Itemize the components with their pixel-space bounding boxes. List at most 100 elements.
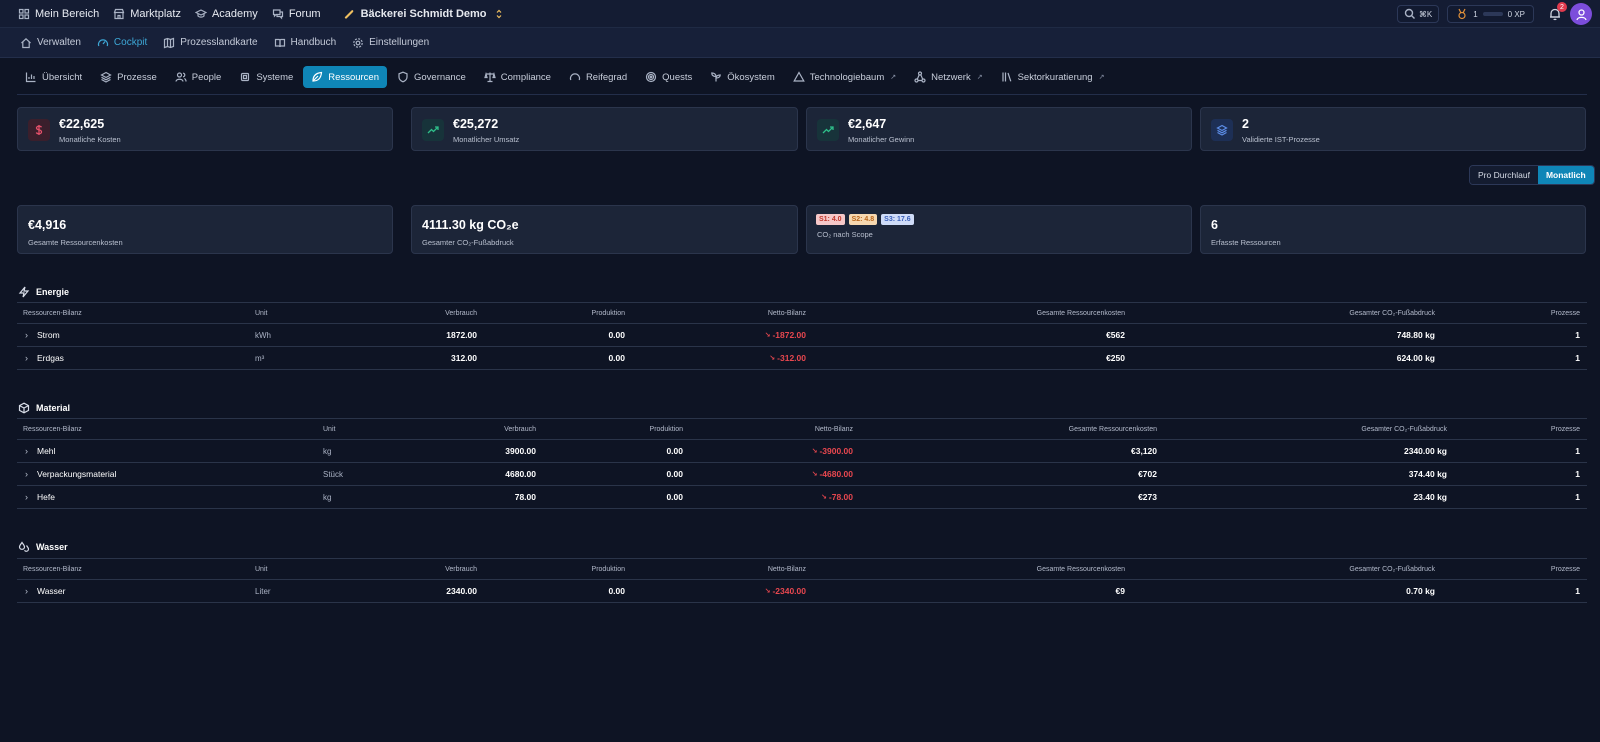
chevron-right-icon[interactable]: ›	[25, 492, 37, 502]
tab-reifegrad[interactable]: Reifegrad	[561, 66, 635, 88]
row-produktion: 0.00	[608, 330, 625, 340]
tab-oekosystem[interactable]: Ökosystem	[702, 66, 783, 88]
avatar[interactable]	[1570, 3, 1592, 25]
topnav-mein-bereich[interactable]: Mein Bereich	[18, 8, 99, 20]
tab-ressourcen[interactable]: Ressourcen	[303, 66, 387, 88]
dollar-icon	[28, 119, 50, 141]
section-title: Material	[36, 403, 71, 413]
tab-governance[interactable]: Governance	[389, 66, 474, 88]
card-label: Monatliche Kosten	[59, 135, 121, 144]
subnav-cockpit[interactable]: Cockpit	[97, 37, 147, 49]
subnav-label: Handbuch	[290, 37, 337, 48]
table-row[interactable]: › Strom kWh 1872.00 0.00 ↘ -1872.00 €562 7…	[17, 324, 1587, 347]
triangle-icon	[792, 71, 805, 83]
col-header: Prozesse	[1550, 565, 1580, 573]
subnav-handbuch[interactable]: Handbuch	[274, 37, 337, 49]
card-value: 2	[1242, 117, 1249, 131]
users-icon	[175, 71, 187, 83]
tab-netzwerk[interactable]: Netzwerk ↗	[906, 66, 990, 88]
table-row[interactable]: › Erdgas m³ 312.00 0.00 ↘ -312.00 €250 624…	[17, 347, 1587, 370]
row-kosten: €250	[1106, 353, 1125, 363]
target-icon	[645, 71, 657, 83]
subnav-verwalten[interactable]: Verwalten	[20, 37, 81, 49]
subnav-label: Cockpit	[113, 37, 148, 48]
table-row[interactable]: › Mehl kg 3900.00 0.00 ↘ -3900.00 €3,120 2…	[17, 440, 1587, 463]
chevron-right-icon[interactable]: ›	[25, 446, 37, 456]
row-unit: Liter	[255, 586, 271, 596]
section-title: Energie	[36, 287, 70, 297]
chevron-right-icon[interactable]: ›	[25, 353, 37, 363]
row-prozesse: 1	[1575, 353, 1580, 363]
row-verbrauch: 2340.00	[446, 586, 477, 596]
tab-systeme[interactable]: Systeme	[231, 66, 301, 88]
tab-label: Governance	[414, 71, 466, 83]
row-prozesse: 1	[1575, 469, 1580, 479]
chevron-right-icon[interactable]: ›	[25, 469, 37, 479]
col-header: Gesamte Ressourcenkosten	[1036, 565, 1125, 573]
row-produktion: 0.00	[666, 492, 683, 502]
subnav-label: Verwalten	[37, 37, 81, 48]
tab-uebersicht[interactable]: Übersicht	[17, 66, 90, 88]
col-header: Verbrauch	[504, 425, 536, 433]
col-header: Prozesse	[1550, 425, 1580, 433]
table-row[interactable]: › Verpackungsmaterial Stück 4680.00 0.00 …	[17, 463, 1587, 486]
tab-people[interactable]: People	[167, 66, 230, 88]
row-verbrauch: 312.00	[451, 353, 477, 363]
col-header: Netto-Bilanz	[814, 425, 853, 433]
card-co2-by-scope: S1: 4.0 S2: 4.8 S3: 17.6 CO₂ nach Scope	[806, 205, 1192, 254]
notifications-button[interactable]: 2	[1548, 2, 1567, 21]
table-wasser: Ressourcen-Bilanz Unit Verbrauch Produkt…	[17, 558, 1587, 603]
tab-prozesse[interactable]: Prozesse	[92, 66, 165, 88]
toggle-per-run[interactable]: Pro Durchlauf	[1470, 166, 1538, 184]
tab-compliance[interactable]: Compliance	[476, 66, 559, 88]
table-row[interactable]: › Hefe kg 78.00 0.00 ↘ -78.00 €273 23.40 k…	[17, 486, 1587, 509]
card-value: 6	[1211, 218, 1218, 232]
zap-icon	[18, 286, 30, 298]
table-row[interactable]: › Wasser Liter 2340.00 0.00 ↘ -2340.00 €9 …	[17, 580, 1587, 603]
card-monthly-costs: €22,625 Monatliche Kosten	[17, 107, 393, 151]
home-icon	[20, 37, 32, 49]
search-button[interactable]: ⌘K	[1396, 5, 1440, 23]
xp-indicator[interactable]: 1 0 XP	[1447, 5, 1534, 23]
trend-down-icon: ↘	[764, 332, 771, 339]
bread-icon	[343, 8, 355, 20]
section-title-wasser: Wasser	[18, 541, 68, 553]
card-label: Gesamte Ressourcenkosten	[28, 238, 123, 247]
row-produktion: 0.00	[608, 353, 625, 363]
tab-sektorkuratierung[interactable]: Sektorkuratierung ↗	[993, 66, 1113, 88]
card-label: Monatlicher Umsatz	[453, 135, 520, 144]
toggle-monthly[interactable]: Monatlich	[1537, 166, 1594, 184]
row-co2: 23.40 kg	[1413, 492, 1447, 502]
row-co2: 374.40 kg	[1408, 469, 1447, 479]
subnav-label: Einstellungen	[369, 37, 430, 48]
chevron-right-icon[interactable]: ›	[25, 586, 37, 596]
library-icon	[1001, 71, 1013, 83]
card-value: €4,916	[28, 218, 67, 232]
gauge-icon	[569, 71, 581, 83]
card-value: €22,625	[59, 117, 105, 131]
tab-quests[interactable]: Quests	[637, 66, 700, 88]
row-name: Wasser	[37, 586, 66, 596]
gauge-icon	[97, 37, 109, 49]
chevron-right-icon[interactable]: ›	[25, 330, 37, 340]
subnav-prozesslandkarte[interactable]: Prozesslandkarte	[163, 37, 258, 49]
row-prozesse: 1	[1575, 446, 1580, 456]
topnav-academy[interactable]: Academy	[194, 8, 258, 20]
tenant-name: Bäckerei Schmidt Demo	[360, 7, 487, 20]
period-toggle: Pro Durchlauf Monatlich	[1469, 165, 1595, 185]
topnav-forum[interactable]: Forum	[272, 8, 321, 20]
subnav-einstellungen[interactable]: Einstellungen	[352, 37, 429, 49]
row-netto: ↘ -1872.00	[765, 324, 806, 346]
tab-label: Sektorkuratierung	[1017, 71, 1093, 83]
row-name-cell: › Strom	[25, 324, 60, 346]
tenant-switcher[interactable]: Bäckerei Schmidt Demo	[343, 8, 505, 20]
tab-technologiebaum[interactable]: Technologiebaum ↗	[785, 66, 904, 88]
card-monthly-revenue: €25,272 Monatlicher Umsatz	[411, 107, 798, 151]
row-netto-value: -78.00	[828, 492, 853, 502]
topnav-marktplatz[interactable]: Marktplatz	[113, 8, 181, 20]
tab-label: Quests	[662, 71, 693, 83]
table-header: Ressourcen-Bilanz Unit Verbrauch Produkt…	[17, 302, 1587, 324]
trend-down-icon: ↘	[764, 588, 771, 595]
col-header: Produktion	[649, 425, 683, 433]
row-unit: Stück	[323, 469, 344, 479]
